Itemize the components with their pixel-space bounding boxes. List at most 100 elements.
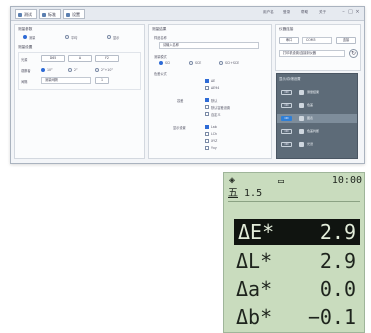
- radio-display-label: 显示: [113, 36, 120, 40]
- measurement-value: −0.1: [307, 305, 356, 329]
- display-lab-checkbox[interactable]: [205, 125, 209, 129]
- top-about[interactable]: 关于: [319, 10, 326, 15]
- tolerance-default-checkbox[interactable]: [205, 98, 209, 102]
- dark-row-4-label: 色差判断: [307, 129, 320, 133]
- chart-icon: [299, 116, 304, 121]
- lcd-status-bar: ◈ ▭ 10:00: [228, 175, 362, 187]
- tab-standard[interactable]: 标准: [39, 9, 61, 19]
- tolerance-custom-label: 自定义: [211, 113, 221, 117]
- display-lch-checkbox[interactable]: [205, 132, 209, 136]
- toggle-icon[interactable]: ON: [281, 129, 292, 134]
- radio-measure-label: 测量: [29, 36, 36, 40]
- illuminant-d65-button[interactable]: D65: [41, 55, 65, 62]
- measurement-value: 2.9: [319, 220, 356, 244]
- mode-both-label: SCI+SCE: [225, 61, 240, 65]
- port-button[interactable]: 串口: [279, 37, 299, 44]
- lcd-divider: [228, 201, 360, 202]
- display-storage-panel: 显示/存储设置 ON 测量结果 ON 色差 ON 图表 ON 色差判断 ON 光…: [276, 73, 358, 159]
- top-login[interactable]: 登录: [283, 10, 290, 15]
- display-xyz-checkbox[interactable]: [205, 139, 209, 143]
- display-settings-label: 显示设置: [173, 126, 186, 130]
- tab-settings[interactable]: 设置: [63, 9, 85, 19]
- measurement-db: Δb* −0.1: [236, 304, 360, 330]
- display-yxy-checkbox[interactable]: [205, 146, 209, 150]
- result-icon: [299, 90, 304, 95]
- delta-icon: [299, 103, 304, 108]
- observer-2-radio[interactable]: [68, 68, 72, 72]
- dark-row-5[interactable]: ON 光谱: [277, 140, 357, 149]
- row-illuminant-label: 光源: [21, 58, 28, 62]
- formula-label: 色差公式: [154, 72, 167, 76]
- measurement-da: Δa* 0.0: [236, 276, 360, 302]
- illuminant-f2-button[interactable]: F2: [95, 55, 119, 62]
- radio-display[interactable]: [107, 35, 111, 39]
- formula-de94-checkbox[interactable]: [205, 86, 209, 90]
- mode-sci-radio[interactable]: [159, 61, 163, 65]
- mode-sci-label: SCI: [165, 61, 171, 65]
- mode-sce-radio[interactable]: [189, 61, 193, 65]
- toggle-icon[interactable]: ON: [281, 142, 292, 147]
- tab-standard-label: 标准: [48, 12, 56, 17]
- lcd-mode-value: 1.5: [244, 188, 263, 199]
- radio-average-label: 平均: [71, 36, 78, 40]
- right-title: 仪器连接: [279, 27, 294, 31]
- measurement-label: ΔL*: [236, 249, 273, 273]
- display-xyz-label: XYZ: [211, 139, 218, 143]
- tolerance-default-label: 默认: [211, 99, 218, 103]
- sample-name-label: 样品名称: [154, 36, 167, 40]
- signal-icon: ◈: [229, 175, 236, 186]
- interval-stepper[interactable]: 1: [95, 77, 109, 84]
- right-panel: 仪器连接 串口 COM3 连接 打印机设置/连接到仪器 ↻: [275, 24, 361, 71]
- interval-field[interactable]: 测量间隔: [41, 77, 91, 84]
- measure-mode-label: 测量模式: [154, 55, 167, 59]
- dark-row-5-label: 光谱: [307, 142, 314, 146]
- observer-both-radio[interactable]: [95, 68, 99, 72]
- maximize-icon[interactable]: □: [348, 10, 353, 15]
- observer-both-label: 2°+10°: [101, 68, 113, 72]
- radio-measure[interactable]: [23, 35, 27, 39]
- illuminant-a-button[interactable]: A: [68, 55, 92, 62]
- close-icon[interactable]: ×: [355, 10, 360, 15]
- left-title-1: 测量参数: [18, 27, 33, 31]
- toggle-icon[interactable]: ON: [281, 103, 292, 108]
- toggle-icon[interactable]: ON: [281, 116, 292, 121]
- top-bar: 测试 标准 设置 用户名 登录 帮助 关于 – □ ×: [11, 7, 364, 21]
- dark-row-2[interactable]: ON 色差: [277, 101, 357, 110]
- device-lcd-screen: ◈ ▭ 10:00 五 1.5 ΔE* 2.9 ΔL* 2.9 Δa* 0.0 …: [223, 172, 365, 333]
- formula-de-label: ΔE: [211, 79, 216, 83]
- measurement-label: ΔE*: [238, 220, 275, 244]
- refresh-icon[interactable]: ↻: [349, 49, 358, 58]
- dark-row-3[interactable]: ON 图表: [277, 114, 357, 123]
- left-title-2: 测量设置: [18, 45, 33, 49]
- toggle-icon[interactable]: ON: [281, 90, 292, 95]
- standard-icon: [42, 13, 46, 17]
- middle-title: 测量结果: [152, 27, 167, 31]
- formula-de-checkbox[interactable]: [205, 79, 209, 83]
- lcd-time: 10:00: [331, 175, 362, 186]
- radio-average[interactable]: [65, 35, 69, 39]
- dark-row-4[interactable]: ON 色差判断: [277, 127, 357, 136]
- sample-name-input[interactable]: 请输入名称: [159, 42, 259, 49]
- printer-field[interactable]: 打印机设置/连接到仪器: [279, 50, 345, 57]
- tolerance-custom-checkbox[interactable]: [205, 112, 209, 116]
- tab-settings-label: 设置: [72, 12, 80, 17]
- measurement-dl: ΔL* 2.9: [236, 248, 360, 274]
- observer-10-radio[interactable]: [41, 68, 45, 72]
- measurement-value: 2.9: [319, 249, 356, 273]
- measurement-label: Δb*: [236, 305, 273, 329]
- measurement-label: Δa*: [236, 277, 273, 301]
- gear-icon: [66, 13, 70, 17]
- top-user[interactable]: 用户名: [263, 10, 274, 15]
- top-help[interactable]: 帮助: [301, 10, 308, 15]
- software-window: 测试 标准 设置 用户名 登录 帮助 关于 – □ × 测量参数 测量 平均 显…: [10, 6, 365, 164]
- display-yxy-label: Yxy: [211, 146, 217, 150]
- lcd-mode-char: 五: [228, 188, 238, 199]
- tolerance-settings-checkbox[interactable]: [205, 105, 209, 109]
- connect-button[interactable]: 连接: [336, 37, 356, 44]
- minimize-icon[interactable]: –: [341, 10, 346, 15]
- measurement-de: ΔE* 2.9: [234, 219, 360, 245]
- tab-test[interactable]: 测试: [15, 9, 37, 19]
- mode-both-radio[interactable]: [219, 61, 223, 65]
- port-select[interactable]: COM3: [302, 37, 332, 44]
- dark-row-1[interactable]: ON 测量结果: [277, 88, 357, 97]
